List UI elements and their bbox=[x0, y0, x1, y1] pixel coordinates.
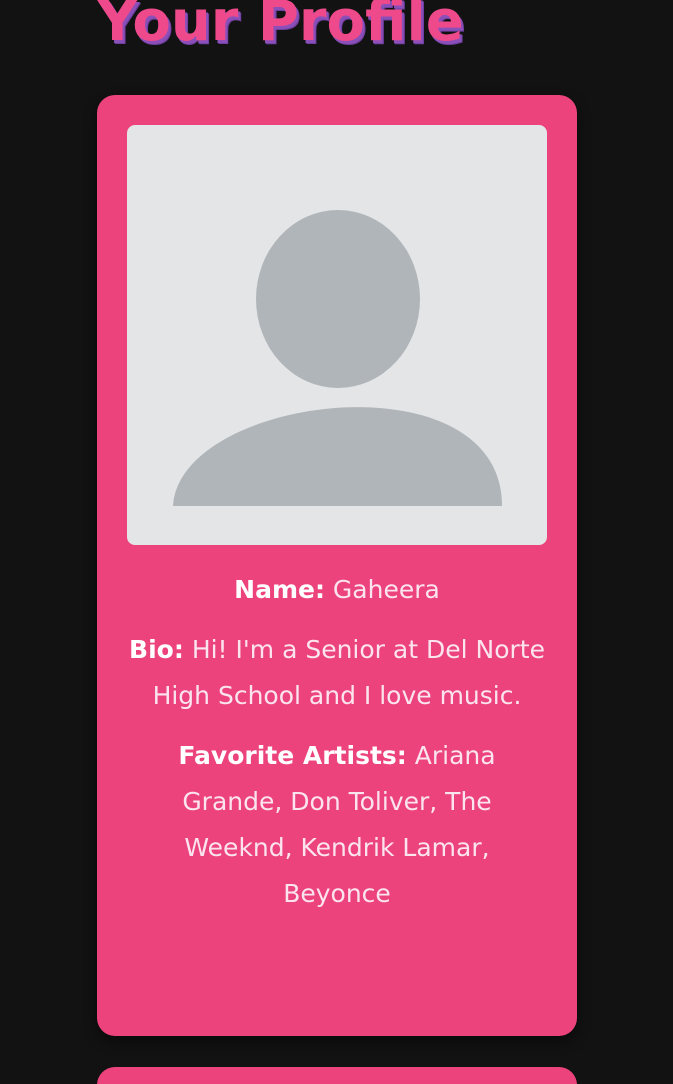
next-card bbox=[97, 1067, 577, 1084]
profile-bio: Bio: Hi! I'm a Senior at Del Norte High … bbox=[127, 627, 547, 719]
bio-label: Bio: bbox=[129, 635, 184, 664]
favorite-artists-label: Favorite Artists: bbox=[178, 741, 407, 770]
bio-value: Hi! I'm a Senior at Del Norte High Schoo… bbox=[152, 635, 545, 710]
profile-name: Name: Gaheera bbox=[127, 567, 547, 613]
name-value: Gaheera bbox=[332, 575, 440, 604]
profile-card: Name: Gaheera Bio: Hi! I'm a Senior at D… bbox=[97, 95, 577, 1036]
name-label: Name: bbox=[234, 575, 325, 604]
default-user-avatar-icon bbox=[173, 210, 502, 506]
profile-page: Your Profile Name: Gaheera Bio: Hi! I'm … bbox=[0, 0, 673, 1084]
profile-info: Name: Gaheera Bio: Hi! I'm a Senior at D… bbox=[127, 567, 547, 931]
avatar bbox=[127, 125, 547, 545]
page-title: Your Profile bbox=[97, 0, 464, 54]
profile-favorite-artists: Favorite Artists: Ariana Grande, Don Tol… bbox=[127, 733, 547, 917]
